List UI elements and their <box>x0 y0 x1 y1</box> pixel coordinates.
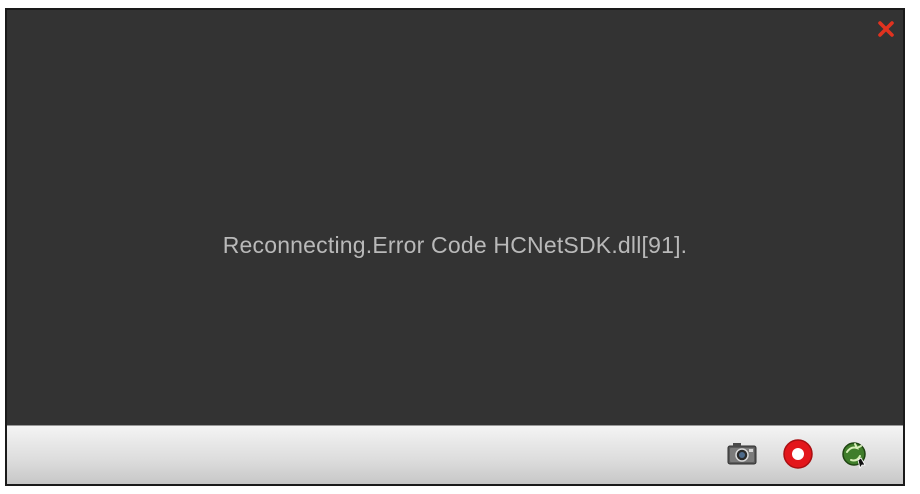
status-message: Reconnecting.Error Code HCNetSDK.dll[91]… <box>222 232 688 258</box>
snapshot-button[interactable] <box>725 438 759 470</box>
close-icon <box>878 21 894 37</box>
video-player-window: Reconnecting.Error Code HCNetSDK.dll[91]… <box>5 8 905 486</box>
player-toolbar <box>7 425 903 484</box>
close-button[interactable] <box>877 20 895 38</box>
refresh-icon <box>842 442 866 469</box>
record-icon <box>783 439 813 469</box>
record-button[interactable] <box>781 438 815 470</box>
camera-icon <box>727 443 757 465</box>
refresh-button[interactable] <box>837 438 871 470</box>
video-area: Reconnecting.Error Code HCNetSDK.dll[91]… <box>7 10 903 426</box>
